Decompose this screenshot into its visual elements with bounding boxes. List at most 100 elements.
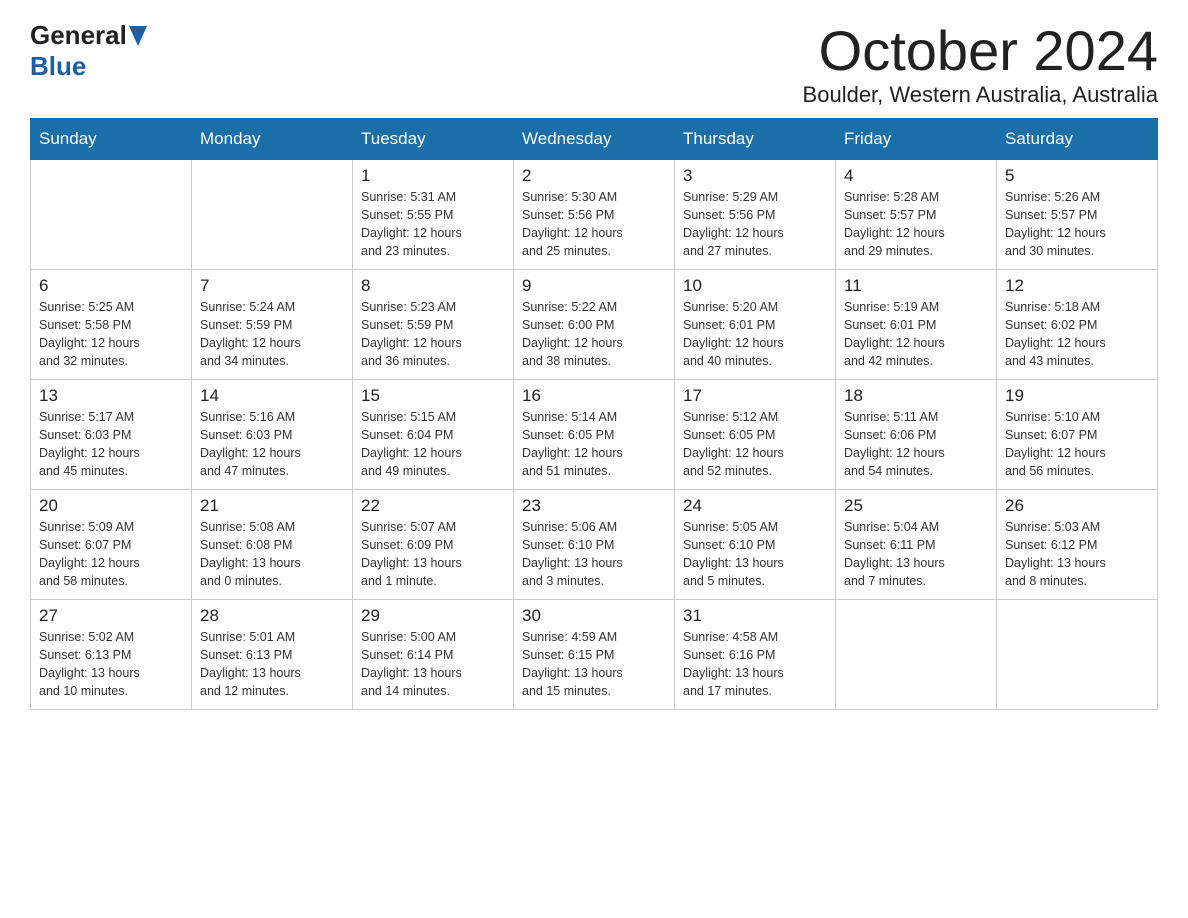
day-number: 4 [844, 166, 988, 186]
calendar-cell [836, 599, 997, 709]
calendar-week-row: 1Sunrise: 5:31 AM Sunset: 5:55 PM Daylig… [31, 159, 1158, 269]
logo-icon [127, 26, 147, 46]
calendar-cell: 29Sunrise: 5:00 AM Sunset: 6:14 PM Dayli… [353, 599, 514, 709]
day-number: 5 [1005, 166, 1149, 186]
calendar-cell: 5Sunrise: 5:26 AM Sunset: 5:57 PM Daylig… [997, 159, 1158, 269]
day-number: 17 [683, 386, 827, 406]
day-info: Sunrise: 5:22 AM Sunset: 6:00 PM Dayligh… [522, 298, 666, 371]
day-number: 10 [683, 276, 827, 296]
day-number: 28 [200, 606, 344, 626]
day-info: Sunrise: 5:18 AM Sunset: 6:02 PM Dayligh… [1005, 298, 1149, 371]
calendar-cell: 3Sunrise: 5:29 AM Sunset: 5:56 PM Daylig… [675, 159, 836, 269]
day-info: Sunrise: 5:25 AM Sunset: 5:58 PM Dayligh… [39, 298, 183, 371]
calendar-cell: 6Sunrise: 5:25 AM Sunset: 5:58 PM Daylig… [31, 269, 192, 379]
day-number: 26 [1005, 496, 1149, 516]
day-info: Sunrise: 5:11 AM Sunset: 6:06 PM Dayligh… [844, 408, 988, 481]
day-number: 27 [39, 606, 183, 626]
day-number: 16 [522, 386, 666, 406]
calendar-cell: 19Sunrise: 5:10 AM Sunset: 6:07 PM Dayli… [997, 379, 1158, 489]
calendar-header-row: SundayMondayTuesdayWednesdayThursdayFrid… [31, 118, 1158, 159]
calendar-week-row: 20Sunrise: 5:09 AM Sunset: 6:07 PM Dayli… [31, 489, 1158, 599]
day-info: Sunrise: 5:23 AM Sunset: 5:59 PM Dayligh… [361, 298, 505, 371]
calendar-cell: 16Sunrise: 5:14 AM Sunset: 6:05 PM Dayli… [514, 379, 675, 489]
day-number: 29 [361, 606, 505, 626]
calendar-cell [31, 159, 192, 269]
calendar-cell: 14Sunrise: 5:16 AM Sunset: 6:03 PM Dayli… [192, 379, 353, 489]
calendar-cell: 22Sunrise: 5:07 AM Sunset: 6:09 PM Dayli… [353, 489, 514, 599]
day-number: 30 [522, 606, 666, 626]
calendar-cell: 17Sunrise: 5:12 AM Sunset: 6:05 PM Dayli… [675, 379, 836, 489]
calendar-cell: 26Sunrise: 5:03 AM Sunset: 6:12 PM Dayli… [997, 489, 1158, 599]
day-info: Sunrise: 5:03 AM Sunset: 6:12 PM Dayligh… [1005, 518, 1149, 591]
day-number: 7 [200, 276, 344, 296]
day-info: Sunrise: 5:14 AM Sunset: 6:05 PM Dayligh… [522, 408, 666, 481]
day-number: 21 [200, 496, 344, 516]
calendar-week-row: 27Sunrise: 5:02 AM Sunset: 6:13 PM Dayli… [31, 599, 1158, 709]
day-info: Sunrise: 5:08 AM Sunset: 6:08 PM Dayligh… [200, 518, 344, 591]
calendar-cell: 15Sunrise: 5:15 AM Sunset: 6:04 PM Dayli… [353, 379, 514, 489]
day-number: 14 [200, 386, 344, 406]
day-number: 31 [683, 606, 827, 626]
logo-general-text: General [30, 20, 127, 51]
calendar-cell: 21Sunrise: 5:08 AM Sunset: 6:08 PM Dayli… [192, 489, 353, 599]
day-info: Sunrise: 5:07 AM Sunset: 6:09 PM Dayligh… [361, 518, 505, 591]
day-info: Sunrise: 5:20 AM Sunset: 6:01 PM Dayligh… [683, 298, 827, 371]
calendar-table: SundayMondayTuesdayWednesdayThursdayFrid… [30, 118, 1158, 710]
page-header: General Blue October 2024 Boulder, Weste… [30, 20, 1158, 108]
weekday-header-tuesday: Tuesday [353, 118, 514, 159]
location-title: Boulder, Western Australia, Australia [803, 82, 1158, 108]
calendar-cell: 28Sunrise: 5:01 AM Sunset: 6:13 PM Dayli… [192, 599, 353, 709]
calendar-cell: 20Sunrise: 5:09 AM Sunset: 6:07 PM Dayli… [31, 489, 192, 599]
day-number: 25 [844, 496, 988, 516]
day-info: Sunrise: 5:12 AM Sunset: 6:05 PM Dayligh… [683, 408, 827, 481]
weekday-header-saturday: Saturday [997, 118, 1158, 159]
day-info: Sunrise: 5:06 AM Sunset: 6:10 PM Dayligh… [522, 518, 666, 591]
calendar-cell: 31Sunrise: 4:58 AM Sunset: 6:16 PM Dayli… [675, 599, 836, 709]
day-number: 9 [522, 276, 666, 296]
calendar-cell: 9Sunrise: 5:22 AM Sunset: 6:00 PM Daylig… [514, 269, 675, 379]
calendar-week-row: 13Sunrise: 5:17 AM Sunset: 6:03 PM Dayli… [31, 379, 1158, 489]
calendar-cell: 27Sunrise: 5:02 AM Sunset: 6:13 PM Dayli… [31, 599, 192, 709]
calendar-cell: 8Sunrise: 5:23 AM Sunset: 5:59 PM Daylig… [353, 269, 514, 379]
logo-blue-text: Blue [30, 51, 86, 82]
day-number: 8 [361, 276, 505, 296]
weekday-header-wednesday: Wednesday [514, 118, 675, 159]
day-number: 12 [1005, 276, 1149, 296]
weekday-header-sunday: Sunday [31, 118, 192, 159]
day-number: 22 [361, 496, 505, 516]
day-info: Sunrise: 5:10 AM Sunset: 6:07 PM Dayligh… [1005, 408, 1149, 481]
day-info: Sunrise: 5:30 AM Sunset: 5:56 PM Dayligh… [522, 188, 666, 261]
calendar-cell: 2Sunrise: 5:30 AM Sunset: 5:56 PM Daylig… [514, 159, 675, 269]
day-info: Sunrise: 5:15 AM Sunset: 6:04 PM Dayligh… [361, 408, 505, 481]
day-number: 6 [39, 276, 183, 296]
day-number: 18 [844, 386, 988, 406]
day-info: Sunrise: 5:05 AM Sunset: 6:10 PM Dayligh… [683, 518, 827, 591]
calendar-cell: 7Sunrise: 5:24 AM Sunset: 5:59 PM Daylig… [192, 269, 353, 379]
day-info: Sunrise: 5:19 AM Sunset: 6:01 PM Dayligh… [844, 298, 988, 371]
month-title: October 2024 [803, 20, 1158, 82]
day-info: Sunrise: 5:28 AM Sunset: 5:57 PM Dayligh… [844, 188, 988, 261]
day-info: Sunrise: 5:00 AM Sunset: 6:14 PM Dayligh… [361, 628, 505, 701]
day-info: Sunrise: 5:02 AM Sunset: 6:13 PM Dayligh… [39, 628, 183, 701]
day-info: Sunrise: 5:17 AM Sunset: 6:03 PM Dayligh… [39, 408, 183, 481]
calendar-cell [997, 599, 1158, 709]
weekday-header-thursday: Thursday [675, 118, 836, 159]
calendar-cell: 25Sunrise: 5:04 AM Sunset: 6:11 PM Dayli… [836, 489, 997, 599]
day-info: Sunrise: 5:29 AM Sunset: 5:56 PM Dayligh… [683, 188, 827, 261]
calendar-cell: 1Sunrise: 5:31 AM Sunset: 5:55 PM Daylig… [353, 159, 514, 269]
day-info: Sunrise: 5:04 AM Sunset: 6:11 PM Dayligh… [844, 518, 988, 591]
day-number: 24 [683, 496, 827, 516]
calendar-cell: 10Sunrise: 5:20 AM Sunset: 6:01 PM Dayli… [675, 269, 836, 379]
day-info: Sunrise: 5:31 AM Sunset: 5:55 PM Dayligh… [361, 188, 505, 261]
calendar-cell: 30Sunrise: 4:59 AM Sunset: 6:15 PM Dayli… [514, 599, 675, 709]
weekday-header-monday: Monday [192, 118, 353, 159]
logo: General Blue [30, 20, 147, 82]
calendar-cell: 18Sunrise: 5:11 AM Sunset: 6:06 PM Dayli… [836, 379, 997, 489]
day-info: Sunrise: 4:58 AM Sunset: 6:16 PM Dayligh… [683, 628, 827, 701]
day-number: 23 [522, 496, 666, 516]
calendar-cell: 13Sunrise: 5:17 AM Sunset: 6:03 PM Dayli… [31, 379, 192, 489]
day-number: 13 [39, 386, 183, 406]
day-number: 15 [361, 386, 505, 406]
day-info: Sunrise: 5:26 AM Sunset: 5:57 PM Dayligh… [1005, 188, 1149, 261]
calendar-week-row: 6Sunrise: 5:25 AM Sunset: 5:58 PM Daylig… [31, 269, 1158, 379]
